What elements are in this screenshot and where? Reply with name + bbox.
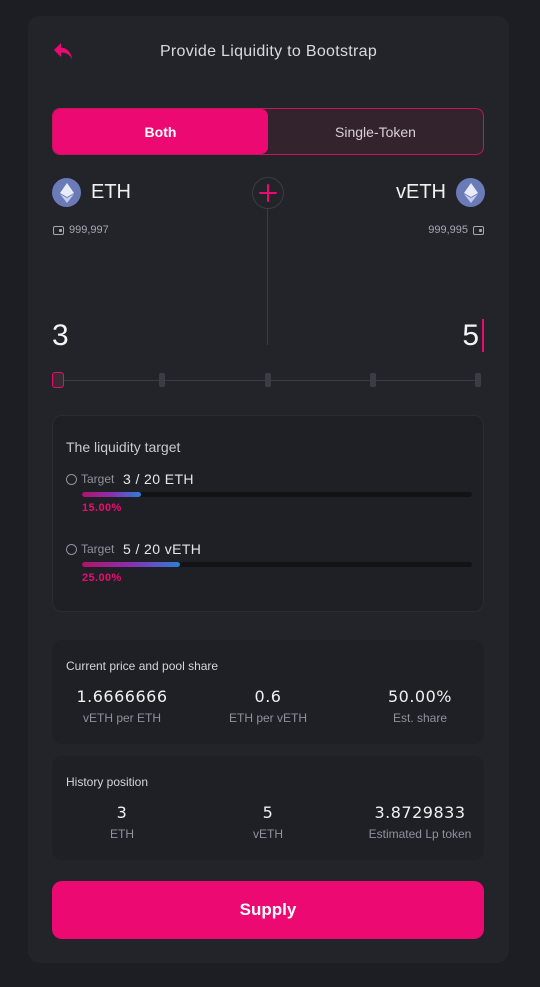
liquidity-card: Provide Liquidity to Bootstrap Both Sing… <box>28 16 509 963</box>
target-radio[interactable] <box>66 544 77 555</box>
target-progress-fill <box>82 492 141 497</box>
ethereum-icon <box>456 178 485 207</box>
mode-toggle: Both Single-Token <box>52 108 484 155</box>
price-heading: Current price and pool share <box>66 659 219 673</box>
amount-input-veth[interactable]: 5 <box>462 319 479 353</box>
target-heading: The liquidity target <box>66 439 181 455</box>
supply-button[interactable]: Supply <box>52 881 484 939</box>
history-label: Estimated Lp token <box>368 827 472 841</box>
ethereum-icon <box>52 178 81 207</box>
price-col-est-share: 50.00% Est. share <box>350 687 490 725</box>
target-progress-fill <box>82 562 180 567</box>
plus-icon[interactable] <box>252 177 284 209</box>
balance-value: 999,995 <box>428 224 468 236</box>
tab-both[interactable]: Both <box>53 109 268 154</box>
history-position-panel: History position 3 ETH 5 vETH 3.8729833 … <box>52 756 484 860</box>
target-radio[interactable] <box>66 474 77 485</box>
target-label: Target <box>81 472 115 486</box>
history-label: ETH <box>110 827 134 841</box>
target-value: 5 / 20 vETH <box>123 541 202 557</box>
slider-tick[interactable] <box>265 373 271 387</box>
ratio-slider[interactable] <box>52 371 484 391</box>
slider-tick[interactable] <box>370 373 376 387</box>
token-selector-eth[interactable]: ETH <box>52 178 131 207</box>
target-progress-bar <box>82 492 472 497</box>
wallet-icon <box>473 225 484 235</box>
slider-thumb[interactable] <box>52 372 64 388</box>
price-value: 0.6 <box>254 687 282 706</box>
price-label: vETH per ETH <box>82 711 161 725</box>
liquidity-target-panel: The liquidity target Target 3 / 20 ETH 1… <box>52 415 484 612</box>
target-label: Target <box>81 542 115 556</box>
balance-eth: 999,997 <box>53 224 109 236</box>
price-value: 50.00% <box>387 687 452 706</box>
price-label: ETH per vETH <box>228 711 307 725</box>
token-symbol: vETH <box>396 181 446 203</box>
price-col-eth-per-veth: 0.6 ETH per vETH <box>198 687 338 725</box>
slider-tick[interactable] <box>475 373 481 387</box>
target-value: 3 / 20 ETH <box>123 471 194 487</box>
price-col-veth-per-eth: 1.6666666 vETH per ETH <box>52 687 192 725</box>
history-col-eth: 3 ETH <box>52 803 192 841</box>
history-value: 3 <box>116 803 128 822</box>
history-col-veth: 5 vETH <box>198 803 338 841</box>
token-selector-veth[interactable]: vETH <box>396 178 485 207</box>
token-symbol: ETH <box>91 181 131 203</box>
history-heading: History position <box>66 775 149 789</box>
divider <box>267 209 268 345</box>
text-caret <box>482 319 484 352</box>
history-value: 3.8729833 <box>374 803 466 822</box>
price-value: 1.6666666 <box>76 687 168 706</box>
balance-veth: 999,995 <box>428 224 484 236</box>
page-title: Provide Liquidity to Bootstrap <box>159 43 378 60</box>
history-col-lp-token: 3.8729833 Estimated Lp token <box>350 803 490 841</box>
target-percent: 15.00% <box>82 502 122 514</box>
wallet-icon <box>53 225 64 235</box>
slider-tick[interactable] <box>159 373 165 387</box>
price-pool-share-panel: Current price and pool share 1.6666666 v… <box>52 640 484 744</box>
target-percent: 25.00% <box>82 572 122 584</box>
header: Provide Liquidity to Bootstrap <box>28 16 509 88</box>
price-label: Est. share <box>392 711 448 725</box>
history-value: 5 <box>262 803 274 822</box>
target-progress-bar <box>82 562 472 567</box>
amount-input-eth[interactable]: 3 <box>52 319 69 353</box>
tab-single-token[interactable]: Single-Token <box>268 109 483 154</box>
history-label: vETH <box>253 827 283 841</box>
balance-value: 999,997 <box>69 224 109 236</box>
